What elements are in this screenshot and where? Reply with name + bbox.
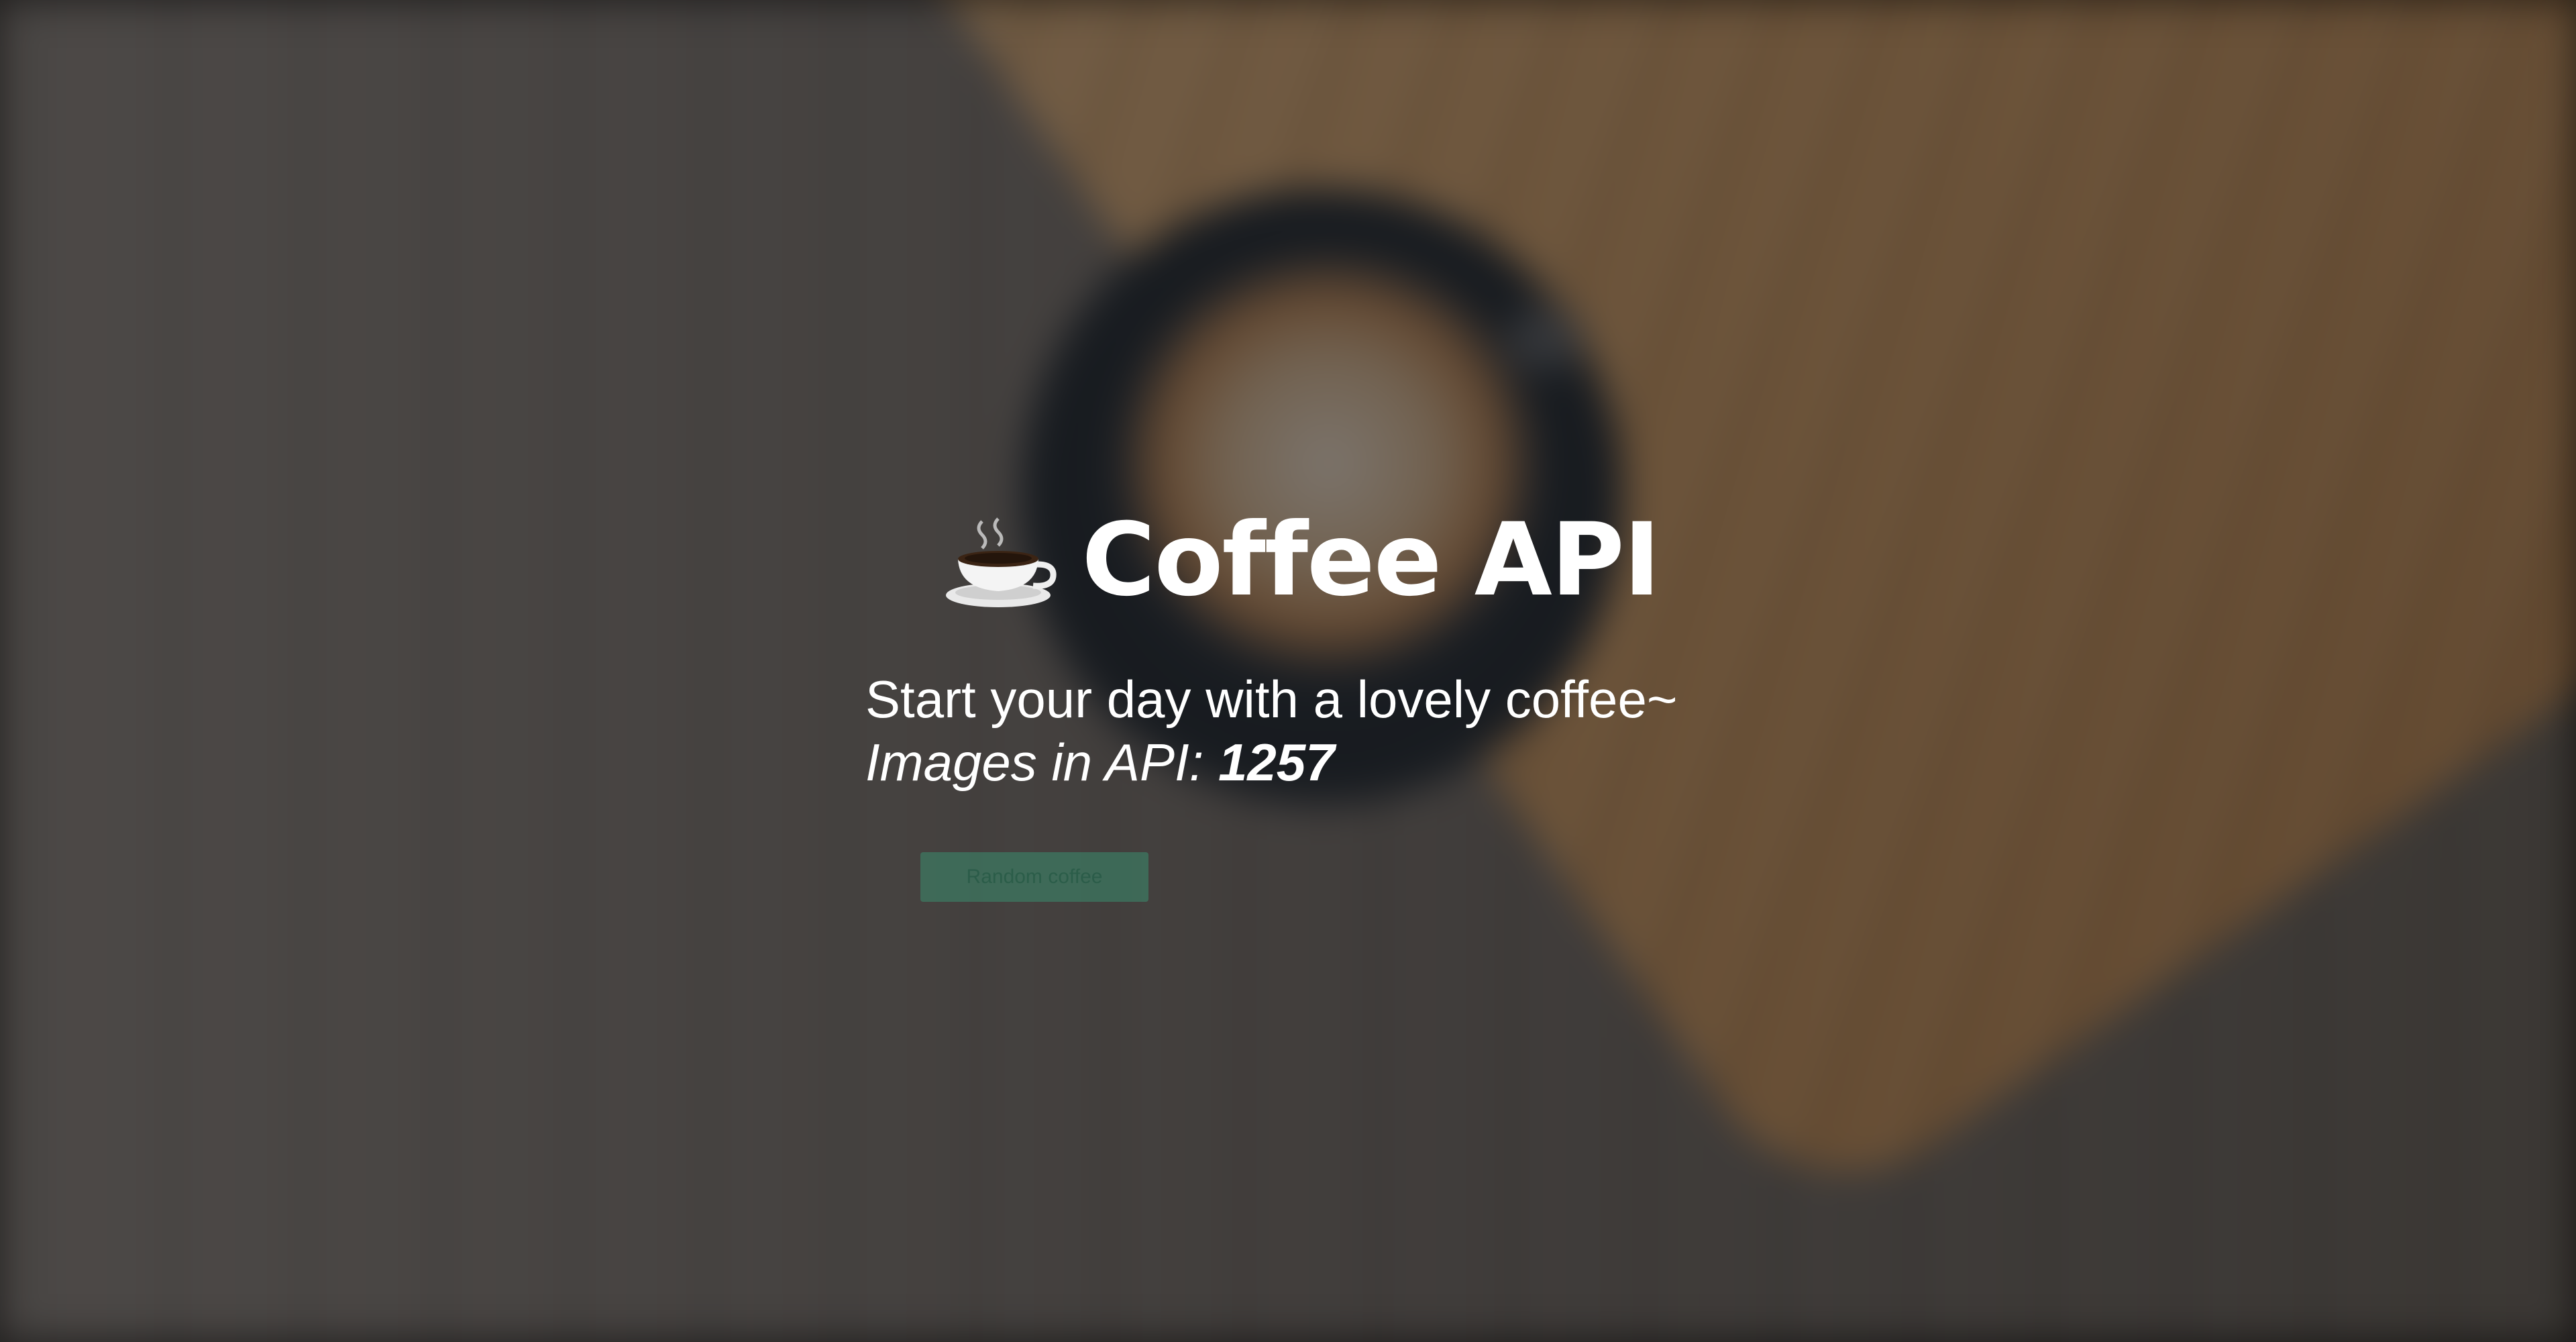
hot-beverage-icon (946, 517, 1057, 607)
page: Coffee API Start your day with a lovely … (0, 0, 2576, 1342)
random-coffee-button[interactable]: Random coffee (920, 852, 1148, 902)
title-row: Coffee API (865, 510, 1737, 611)
image-count: Images in API: 1257 (865, 731, 1737, 794)
image-count-label: Images in API: (865, 732, 1219, 792)
page-title: Coffee API (1081, 502, 1660, 619)
hero: Coffee API Start your day with a lovely … (865, 510, 1737, 794)
image-count-value: 1257 (1218, 732, 1335, 792)
tagline: Start your day with a lovely coffee~ (865, 670, 1678, 729)
